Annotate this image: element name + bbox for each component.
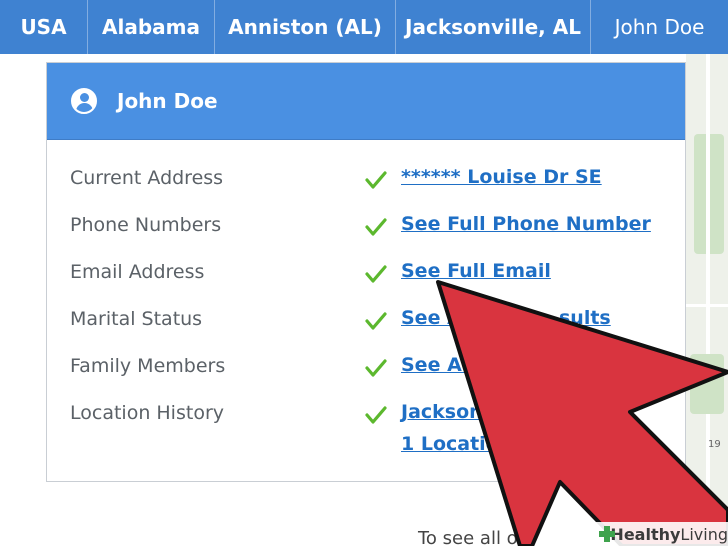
row-location-history: Location History Jacksonvi 1 Location	[47, 401, 687, 466]
family-members-link[interactable]: See Ava	[401, 349, 486, 381]
row-family-members: Family Members See Ava	[47, 354, 687, 395]
row-current-address: Current Address ****** Louise Dr SE	[47, 166, 687, 207]
checkmark-icon	[365, 265, 387, 283]
row-email-address: Email Address See Full Email	[47, 260, 687, 301]
breadcrumb: USA Alabama Anniston (AL) Jacksonville, …	[0, 0, 728, 54]
healthy-living-watermark: Healthy Living	[592, 522, 728, 546]
watermark-brand-rest: Living	[680, 524, 728, 544]
breadcrumb-anniston[interactable]: Anniston (AL)	[215, 0, 396, 54]
map-park-area	[690, 354, 724, 414]
row-label: Current Address	[70, 167, 224, 189]
marital-status-link[interactable]: See A	[401, 302, 462, 334]
checkmark-icon	[365, 218, 387, 236]
watermark-brand-bold: Healthy	[610, 524, 681, 544]
profile-card-header: John Doe	[47, 63, 685, 140]
footer-text: To see all of	[418, 528, 525, 546]
checkmark-icon	[365, 406, 387, 424]
map-panel[interactable]: 19	[686, 54, 728, 546]
checkmark-icon	[365, 312, 387, 330]
profile-card: John Doe Current Address ****** Louise D…	[46, 62, 686, 482]
profile-name: John Doe	[117, 89, 218, 113]
row-label: Location History	[70, 402, 224, 424]
address-link[interactable]: ****** Louise Dr SE	[401, 161, 602, 193]
map-road	[686, 304, 728, 307]
checkmark-icon	[365, 359, 387, 377]
location-count-link[interactable]: 1 Location	[401, 428, 512, 460]
breadcrumb-current-person: John Doe	[614, 15, 705, 39]
marital-status-link-tail[interactable]: sults	[559, 302, 611, 334]
breadcrumb-usa[interactable]: USA	[0, 0, 88, 54]
row-label: Email Address	[70, 261, 205, 283]
phone-link[interactable]: See Full Phone Number	[401, 208, 651, 240]
row-label: Marital Status	[70, 308, 203, 330]
map-label: 19	[708, 439, 721, 450]
user-avatar-icon	[71, 88, 97, 114]
plus-logo-icon	[598, 525, 616, 543]
row-phone-numbers: Phone Numbers See Full Phone Number	[47, 213, 687, 254]
map-road	[706, 54, 710, 546]
breadcrumb-alabama[interactable]: Alabama	[88, 0, 215, 54]
row-label: Family Members	[70, 355, 226, 377]
row-label: Phone Numbers	[70, 214, 222, 236]
row-marital-status: Marital Status See A sults	[47, 307, 687, 348]
email-link[interactable]: See Full Email	[401, 255, 551, 287]
checkmark-icon	[365, 171, 387, 189]
location-history-link[interactable]: Jacksonvi	[401, 396, 502, 428]
breadcrumb-jacksonville[interactable]: Jacksonville, AL	[396, 0, 591, 54]
